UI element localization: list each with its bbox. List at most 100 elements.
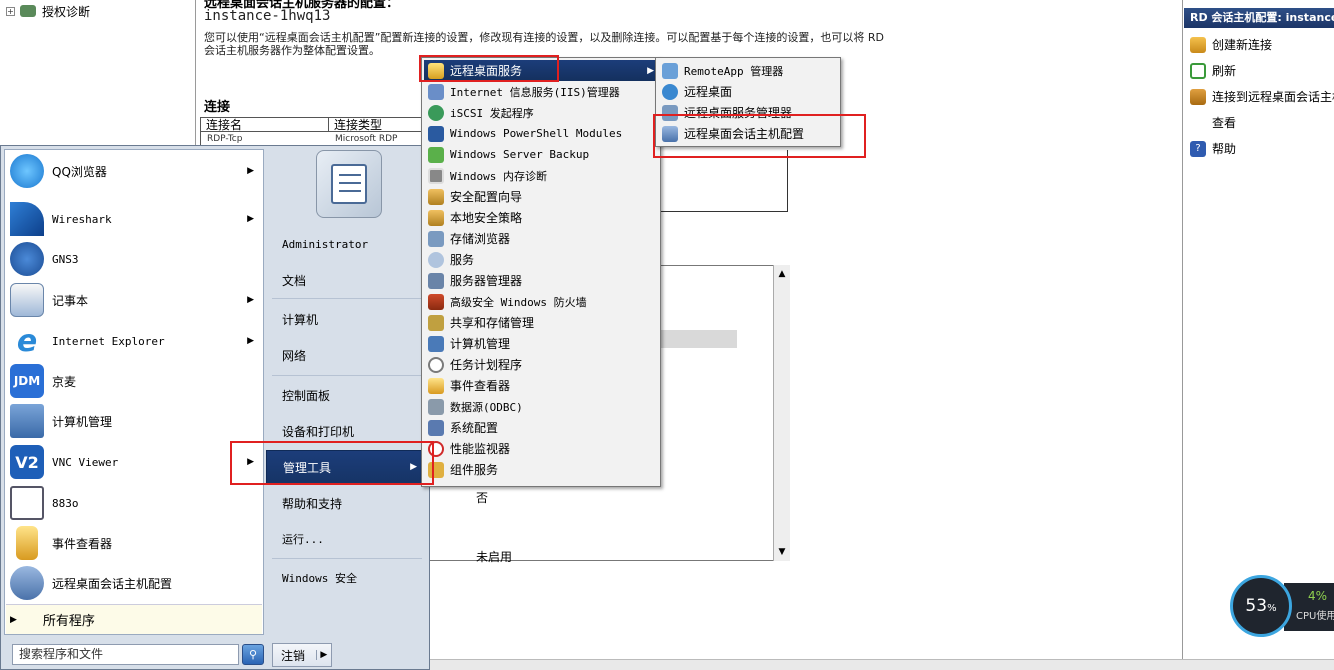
pinned-label: Internet Explorer <box>52 334 165 348</box>
server-manager-icon <box>428 272 444 289</box>
menu-item-iscsi-initiator[interactable]: iSCSI 发起程序 <box>424 102 534 123</box>
menu-item-label: 服务 <box>450 253 475 267</box>
qq-browser-icon <box>10 154 44 188</box>
scroll-up-icon[interactable]: ▲ <box>776 268 788 280</box>
menu-item-services[interactable]: 服务 <box>424 249 474 270</box>
connect-server-icon <box>1190 88 1206 105</box>
services-icon <box>428 251 444 268</box>
expand-icon[interactable]: + <box>6 6 15 16</box>
security-wizard-icon <box>428 188 444 205</box>
pinned-gns3[interactable]: GNS3 <box>6 240 262 278</box>
menu-item-remote-desktop[interactable]: 远程桌面 <box>658 81 732 102</box>
pinned-internet-explorer[interactable]: e Internet Explorer ▶ <box>6 322 262 360</box>
odbc-icon <box>428 398 444 415</box>
menu-item-share-storage[interactable]: 共享和存储管理 <box>424 312 534 333</box>
menu-item-label: 本地安全策略 <box>450 211 523 225</box>
menu-item-component-services[interactable]: 组件服务 <box>424 459 498 480</box>
connections-table[interactable]: 连接名 连接类型 RDP-Tcp Microsoft RDP <box>200 117 440 147</box>
menu-item-label: 高级安全 Windows 防火墙 <box>450 295 587 309</box>
menu-item-security-wizard[interactable]: 安全配置向导 <box>424 186 522 207</box>
menu-item-label: 存储浏览器 <box>450 232 511 246</box>
menu-item-powershell-modules[interactable]: Windows PowerShell Modules <box>424 123 622 144</box>
action-help[interactable]: ? 帮助 <box>1190 140 1236 157</box>
menu-item-odbc[interactable]: 数据源(ODBC) <box>424 396 523 417</box>
property-value-disabled: 未启用 <box>476 550 513 564</box>
menu-item-label: iSCSI 发起程序 <box>450 106 534 120</box>
pinned-label: 计算机管理 <box>52 414 113 429</box>
all-programs[interactable]: ▶ 所有程序 <box>6 604 262 634</box>
menu-item-label: 共享和存储管理 <box>450 316 535 330</box>
table-cell-name[interactable]: RDP-Tcp <box>207 134 242 144</box>
start-link-documents[interactable]: 文档 <box>266 263 426 297</box>
menu-item-label: 组件服务 <box>450 463 499 477</box>
start-link-control-panel[interactable]: 控制面板 <box>266 378 426 412</box>
search-input[interactable]: 搜索程序和文件 <box>12 644 239 665</box>
menu-item-task-scheduler[interactable]: 任务计划程序 <box>424 354 522 375</box>
chevron-right-icon[interactable]: ▶ <box>247 214 254 224</box>
pinned-jingmai[interactable]: JDM 京麦 <box>6 362 262 400</box>
scroll-down-icon[interactable]: ▼ <box>776 546 788 558</box>
menu-item-system-config[interactable]: 系统配置 <box>424 417 498 438</box>
user-picture[interactable] <box>316 150 382 218</box>
cpu-percent-unit: % <box>1267 603 1277 614</box>
menu-item-label: Windows 内存诊断 <box>450 169 547 183</box>
tree-item-license-diagnosis[interactable]: + 授权诊断 <box>0 0 195 22</box>
menu-item-label: 远程桌面 <box>684 85 733 99</box>
menu-item-iis-manager[interactable]: Internet 信息服务(IIS)管理器 <box>424 81 620 102</box>
menu-item-event-viewer[interactable]: 事件查看器 <box>424 375 510 396</box>
iscsi-icon <box>428 104 444 121</box>
start-link-administrator[interactable]: Administrator <box>266 227 426 261</box>
action-label: 查看 <box>1212 116 1237 130</box>
tree-item-label: 授权诊断 <box>42 4 91 19</box>
menu-item-local-security-policy[interactable]: 本地安全策略 <box>424 207 522 228</box>
menu-item-server-manager[interactable]: 服务器管理器 <box>424 270 522 291</box>
chevron-right-icon[interactable]: ▶ <box>247 166 254 176</box>
menu-item-remoteapp-manager[interactable]: RemoteApp 管理器 <box>658 60 783 81</box>
action-view[interactable]: 查看 <box>1212 114 1236 131</box>
pinned-qq-browser[interactable]: QQ浏览器 ▶ <box>6 152 262 190</box>
menu-item-computer-management[interactable]: 计算机管理 <box>424 333 510 354</box>
shutdown-options-icon[interactable]: ▶ <box>315 650 331 660</box>
action-connect-server[interactable]: 连接到远程桌面会话主机服务器 <box>1190 88 1334 105</box>
menu-item-memory-diagnostic[interactable]: Windows 内存诊断 <box>424 165 547 186</box>
pinned-label: 883o <box>52 496 79 510</box>
connection-list-frame <box>660 150 788 212</box>
table-cell-type[interactable]: Microsoft RDP <box>335 134 397 144</box>
pinned-rd-session-host-config[interactable]: 远程桌面会话主机配置 <box>6 564 262 602</box>
cpu-usage-gauge[interactable]: 53% <box>1230 575 1292 637</box>
pinned-event-viewer[interactable]: 事件查看器 <box>6 524 262 562</box>
chevron-right-icon[interactable]: ▶ <box>247 336 254 346</box>
iis-icon <box>428 83 444 100</box>
menu-item-server-backup[interactable]: Windows Server Backup <box>424 144 589 165</box>
actions-title: RD 会话主机配置: instance-1hwq13 <box>1184 8 1334 28</box>
pinned-notepad[interactable]: 记事本 ▶ <box>6 281 262 319</box>
start-link-run[interactable]: 运行... <box>266 522 426 556</box>
menu-item-performance-monitor[interactable]: 性能监视器 <box>424 438 510 459</box>
start-link-help-support[interactable]: 帮助和支持 <box>266 486 426 520</box>
search-icon[interactable]: ⚲ <box>242 644 264 665</box>
column-header-name[interactable]: 连接名 <box>201 118 329 132</box>
start-link-windows-security[interactable]: Windows 安全 <box>266 561 426 595</box>
pinned-wireshark[interactable]: Wireshark ▶ <box>6 200 262 238</box>
menu-item-storage-explorer[interactable]: 存储浏览器 <box>424 228 510 249</box>
start-link-computer[interactable]: 计算机 <box>266 302 426 336</box>
pinned-vnc-viewer[interactable]: V2 VNC Viewer ▶ <box>6 443 262 481</box>
computer-management-icon <box>428 335 444 352</box>
console-tree: + 授权诊断 <box>0 0 196 145</box>
properties-scrollbar[interactable]: ▲ ▼ <box>773 265 790 561</box>
menu-item-label: 计算机管理 <box>450 337 511 351</box>
chevron-right-icon[interactable]: ▶ <box>247 295 254 305</box>
logout-button[interactable]: 注销 ▶ <box>272 643 332 667</box>
share-storage-icon <box>428 314 444 331</box>
cpu-label: CPU使用 <box>1296 611 1334 622</box>
menu-item-label: 安全配置向导 <box>450 190 523 204</box>
pinned-883o[interactable]: 883o <box>6 484 262 522</box>
start-link-network[interactable]: 网络 <box>266 338 426 372</box>
menu-item-label: 系统配置 <box>450 421 499 435</box>
action-label: 创建新连接 <box>1212 38 1273 52</box>
pinned-computer-management[interactable]: 计算机管理 <box>6 402 262 440</box>
cpu-small-percent: 4% <box>1308 589 1328 603</box>
menu-item-firewall[interactable]: 高级安全 Windows 防火墙 <box>424 291 587 312</box>
action-refresh[interactable]: 刷新 <box>1190 62 1236 79</box>
action-create-connection[interactable]: 创建新连接 <box>1190 36 1272 53</box>
